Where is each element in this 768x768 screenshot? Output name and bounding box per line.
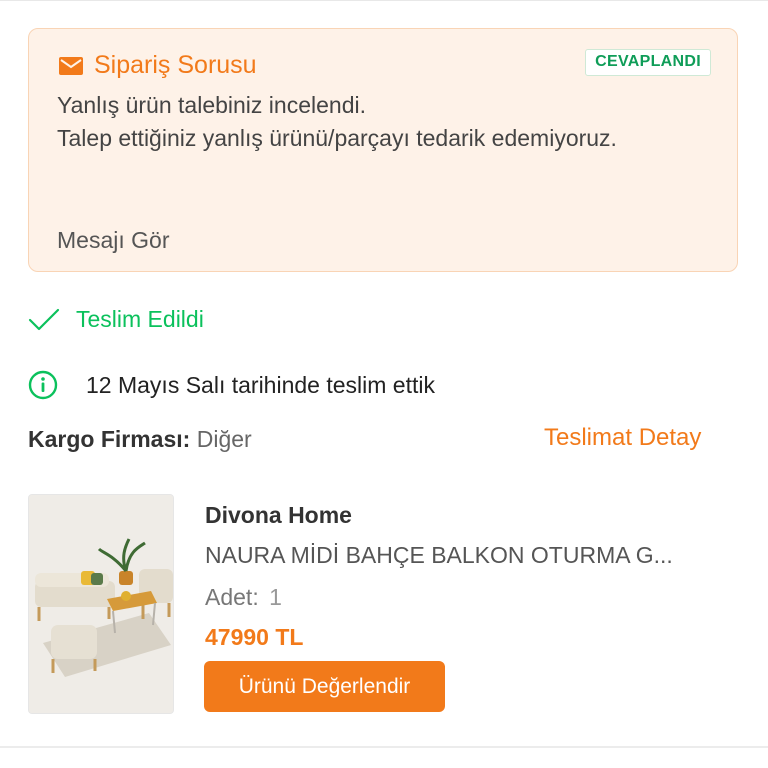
cargo-value: Diğer	[196, 426, 252, 452]
product-name[interactable]: NAURA MİDİ BAHÇE BALKON OTURMA G...	[205, 542, 735, 569]
check-icon	[28, 308, 60, 330]
product-price: 47990 TL	[205, 624, 304, 650]
top-border	[0, 0, 768, 1]
delivery-date-info: 12 Mayıs Salı tarihinde teslim ettik	[86, 371, 435, 398]
delivery-detail-link[interactable]: Teslimat Detay	[544, 424, 701, 452]
question-message: Yanlış ürün talebiniz incelendi. Talep e…	[57, 89, 617, 155]
product-brand: Divona Home	[205, 502, 352, 528]
rate-product-button[interactable]: Ürünü Değerlendir	[204, 661, 445, 712]
quantity-value: 1	[269, 584, 282, 610]
delivery-status: Teslim Edildi	[76, 306, 204, 332]
question-title-row: Sipariş Sorusu	[59, 51, 257, 80]
question-message-line: Yanlış ürün talebiniz incelendi.	[57, 92, 366, 118]
question-title: Sipariş Sorusu	[94, 51, 257, 79]
see-message-link[interactable]: Mesajı Gör	[57, 227, 169, 254]
delivery-status-row: Teslim Edildi	[28, 306, 204, 333]
question-message-line: Talep ettiğiniz yanlış ürünü/parçayı ted…	[57, 125, 617, 151]
product-quantity: Adet: 1	[205, 584, 282, 611]
cargo-label: Kargo Firması:	[28, 426, 191, 452]
bottom-divider	[0, 746, 768, 748]
mail-icon	[59, 56, 83, 75]
quantity-label: Adet:	[205, 584, 259, 610]
info-icon	[28, 370, 58, 400]
delivery-info-row: 12 Mayıs Salı tarihinde teslim ettik	[28, 370, 435, 400]
product-image[interactable]	[28, 494, 174, 714]
product-image-illustration	[29, 495, 173, 713]
order-question-card[interactable]: Sipariş Sorusu CEVAPLANDI Yanlış ürün ta…	[28, 28, 738, 272]
answered-badge: CEVAPLANDI	[585, 49, 711, 76]
cargo-company-row: Kargo Firması: Diğer	[28, 426, 252, 453]
